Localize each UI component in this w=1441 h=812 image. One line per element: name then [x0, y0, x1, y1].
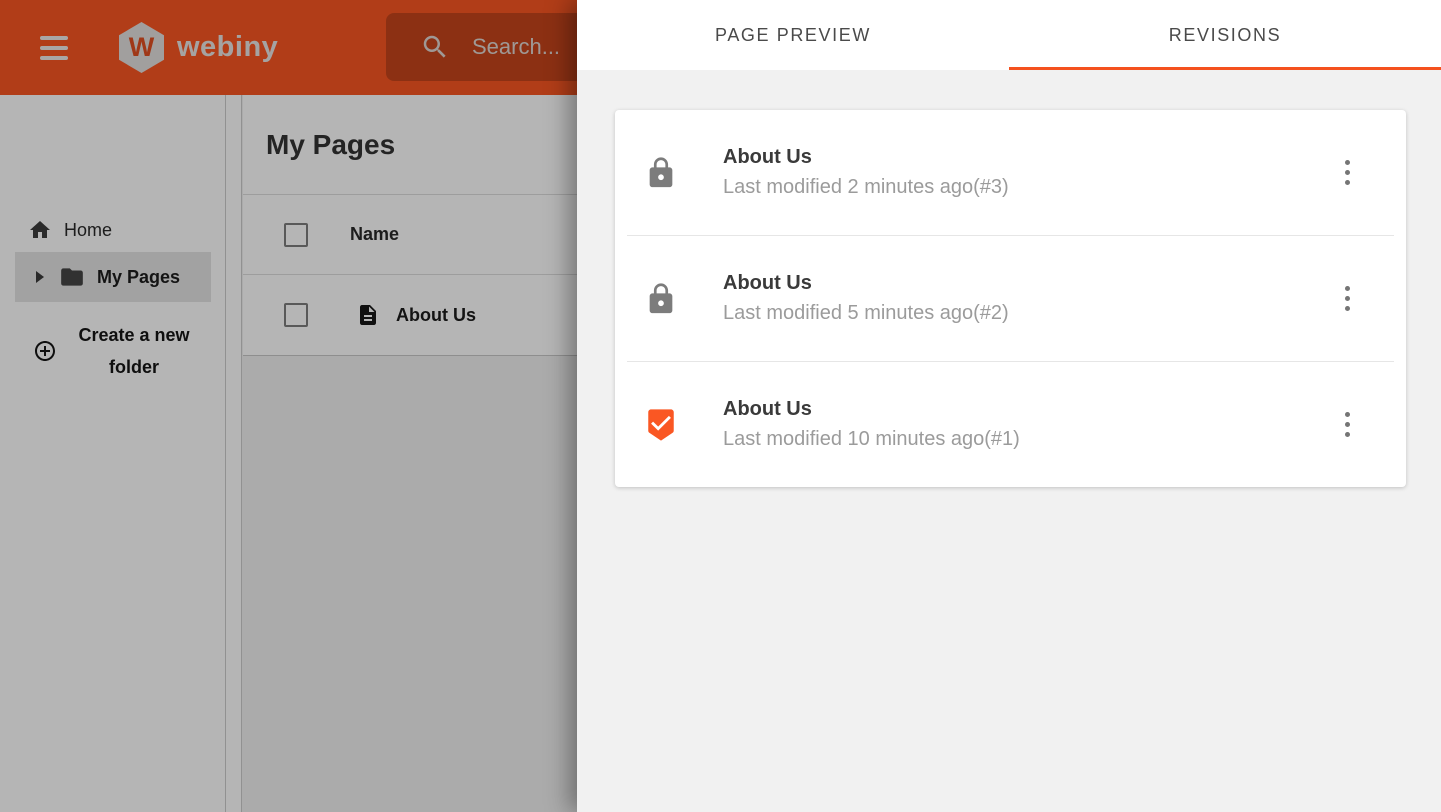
active-tab-indicator: [1009, 67, 1441, 70]
revision-subtitle: Last modified 10 minutes ago(#1): [723, 428, 1020, 451]
tab-label: PAGE PREVIEW: [715, 25, 871, 46]
lock-icon: [644, 154, 678, 192]
published-badge-icon: [644, 406, 678, 444]
revisions-card: About Us Last modified 2 minutes ago(#3)…: [615, 110, 1406, 487]
tab-label: REVISIONS: [1169, 25, 1281, 46]
tab-bar: PAGE PREVIEW REVISIONS: [577, 0, 1441, 70]
revision-title: About Us: [723, 398, 1020, 421]
tab-revisions[interactable]: REVISIONS: [1009, 0, 1441, 70]
app-root: W webiny Home My Pages Create a new fold…: [0, 0, 1441, 812]
tab-page-preview[interactable]: PAGE PREVIEW: [577, 0, 1009, 70]
drawer-scrim[interactable]: [0, 0, 578, 812]
revision-list-item[interactable]: About Us Last modified 2 minutes ago(#3): [615, 110, 1406, 235]
revision-list-item[interactable]: About Us Last modified 5 minutes ago(#2): [615, 236, 1406, 361]
revision-title: About Us: [723, 146, 1009, 169]
revision-menu-button[interactable]: [1332, 400, 1362, 450]
revision-title: About Us: [723, 272, 1009, 295]
revision-list-item[interactable]: About Us Last modified 10 minutes ago(#1…: [615, 362, 1406, 487]
revision-menu-button[interactable]: [1332, 148, 1362, 198]
revision-menu-button[interactable]: [1332, 274, 1362, 324]
page-details-drawer: PAGE PREVIEW REVISIONS About Us Last mod…: [577, 0, 1441, 812]
lock-icon: [644, 280, 678, 318]
revision-subtitle: Last modified 2 minutes ago(#3): [723, 176, 1009, 199]
revision-subtitle: Last modified 5 minutes ago(#2): [723, 302, 1009, 325]
